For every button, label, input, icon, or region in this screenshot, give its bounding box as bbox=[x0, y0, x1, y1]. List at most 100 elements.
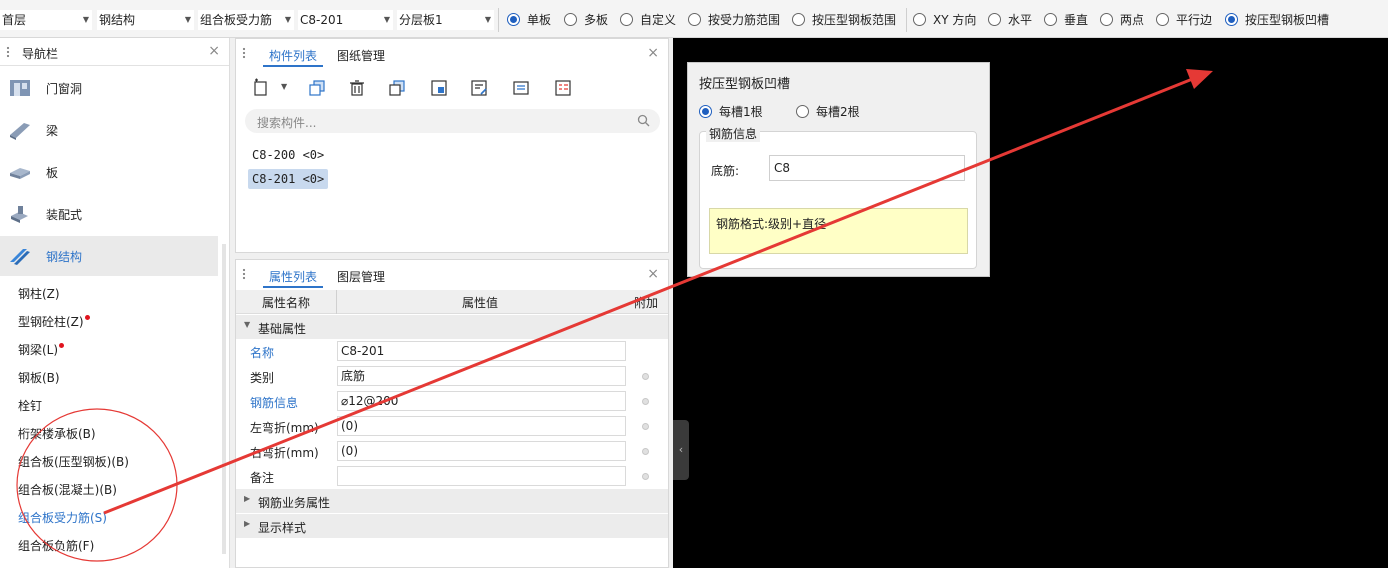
filter-list-icon[interactable] bbox=[552, 77, 574, 99]
drag-handle-icon[interactable] bbox=[242, 47, 246, 59]
radio-indicator bbox=[1100, 13, 1113, 26]
extra-checkbox[interactable] bbox=[642, 398, 649, 405]
radio-two-points[interactable]: 两点 bbox=[1100, 12, 1144, 28]
collapse-triangle-icon: ▼ bbox=[244, 320, 251, 329]
nav-item-src-column[interactable]: 型钢砼柱(Z) bbox=[18, 313, 90, 330]
radio-one-per-groove[interactable]: 每槽1根 bbox=[699, 103, 763, 120]
radio-vertical[interactable]: 垂直 bbox=[1044, 12, 1088, 28]
radio-parallel-edge[interactable]: 平行边 bbox=[1156, 12, 1212, 28]
radio-indicator bbox=[913, 13, 926, 26]
property-name: 左弯折(mm) bbox=[250, 421, 319, 435]
nav-item-composite-main-rebar[interactable]: 组合板受力筋(S) bbox=[18, 509, 107, 526]
radio-two-per-groove[interactable]: 每槽2根 bbox=[796, 103, 860, 120]
nav-category-prefab[interactable]: 装配式 bbox=[0, 194, 218, 234]
radio-label: 平行边 bbox=[1176, 13, 1213, 27]
property-value-name[interactable]: C8-201 bbox=[337, 341, 626, 361]
radio-by-deck-groove[interactable]: 按压型钢板凹槽 bbox=[1225, 12, 1329, 28]
radio-horizontal[interactable]: 水平 bbox=[988, 12, 1032, 28]
layer-copy-icon[interactable] bbox=[428, 77, 450, 99]
nav-category-steel-structure[interactable]: 钢结构 bbox=[0, 236, 218, 276]
radio-xy-direction[interactable]: XY 方向 bbox=[913, 12, 976, 28]
radio-indicator bbox=[988, 13, 1001, 26]
radio-label: 按受力筋范围 bbox=[708, 13, 781, 27]
close-icon[interactable]: × bbox=[208, 43, 220, 59]
extra-checkbox[interactable] bbox=[642, 448, 649, 455]
drag-handle-icon[interactable] bbox=[242, 268, 246, 280]
nav-item-truss-deck[interactable]: 桁架楼承板(B) bbox=[18, 425, 96, 442]
component-select[interactable]: C8-201 ▼ bbox=[298, 10, 393, 30]
search-icon[interactable] bbox=[637, 114, 650, 127]
radio-label: 单板 bbox=[527, 13, 552, 27]
drag-handle-icon[interactable] bbox=[6, 46, 10, 58]
layer-select[interactable]: 分层板1 ▼ bbox=[397, 10, 494, 30]
navigation-panel: 导航栏 × 门窗洞 梁 板 装配式 钢结构 钢柱(Z) 型钢砼柱(Z) 钢梁(L… bbox=[0, 38, 230, 568]
component-type-select[interactable]: 组合板受力筋 ▼ bbox=[198, 10, 294, 30]
category-select[interactable]: 钢结构 ▼ bbox=[97, 10, 194, 30]
tab-layer-management[interactable]: 图层管理 bbox=[337, 268, 385, 285]
component-item-c8-201[interactable]: C8-201 <0> bbox=[248, 169, 329, 189]
status-dot bbox=[84, 315, 90, 320]
tab-drawing-management[interactable]: 图纸管理 bbox=[337, 47, 385, 64]
nav-item-label: 组合板受力筋(S) bbox=[18, 511, 107, 525]
nav-item-steel-column[interactable]: 钢柱(Z) bbox=[18, 285, 60, 302]
property-value-remark[interactable] bbox=[337, 466, 626, 486]
nav-item-composite-negative-rebar[interactable]: 组合板负筋(F) bbox=[18, 537, 94, 554]
collapse-panel-button[interactable]: ‹ bbox=[673, 420, 689, 480]
scrollbar[interactable] bbox=[222, 244, 226, 554]
nav-item-label: 钢柱(Z) bbox=[18, 287, 60, 301]
hint-text: 钢筋格式:级别+直径 bbox=[716, 217, 827, 231]
radio-by-rebar-range[interactable]: 按受力筋范围 bbox=[688, 12, 780, 28]
nav-item-label: 栓钉 bbox=[18, 399, 43, 413]
group-display-style[interactable]: ▶ 显示样式 bbox=[236, 514, 668, 538]
nav-category-beam[interactable]: 梁 bbox=[0, 110, 218, 150]
copy-icon[interactable] bbox=[306, 77, 328, 99]
component-select-value: C8-201 bbox=[300, 13, 344, 27]
property-value-right-bend[interactable]: (0) bbox=[337, 441, 626, 461]
close-icon[interactable]: × bbox=[647, 266, 659, 282]
copy-to-floor-icon[interactable] bbox=[386, 77, 408, 99]
nav-item-steel-beam[interactable]: 钢梁(L) bbox=[18, 341, 65, 358]
steel-structure-icon bbox=[10, 249, 30, 265]
extra-checkbox[interactable] bbox=[642, 423, 649, 430]
chevron-down-icon: ▼ bbox=[484, 15, 491, 24]
property-value-left-bend[interactable]: (0) bbox=[337, 416, 626, 436]
close-icon[interactable]: × bbox=[647, 45, 659, 61]
chevron-left-icon: ‹ bbox=[678, 443, 684, 456]
property-name: 名称 bbox=[250, 346, 275, 360]
radio-single-slab[interactable]: 单板 bbox=[507, 12, 551, 28]
nav-category-slab[interactable]: 板 bbox=[0, 152, 218, 192]
floor-select[interactable]: 首层 ▼ bbox=[0, 10, 92, 30]
property-value-rebar-info[interactable]: ⌀12@200 bbox=[337, 391, 626, 411]
new-component-icon[interactable] bbox=[250, 77, 272, 99]
property-row-name: 名称 C8-201 bbox=[236, 339, 668, 364]
column-header-extra: 附加 bbox=[634, 296, 659, 310]
chevron-down-icon[interactable]: ▼ bbox=[281, 82, 287, 91]
property-value-category[interactable]: 底筋 bbox=[337, 366, 626, 386]
properties-icon[interactable] bbox=[510, 77, 532, 99]
nav-category-label: 板 bbox=[46, 166, 59, 180]
component-item-c8-200[interactable]: C8-200 <0> bbox=[248, 145, 328, 165]
radio-custom[interactable]: 自定义 bbox=[620, 12, 676, 28]
radio-by-deck-range[interactable]: 按压型钢板范围 bbox=[792, 12, 896, 28]
extra-checkbox[interactable] bbox=[642, 373, 649, 380]
nav-category-door-window[interactable]: 门窗洞 bbox=[0, 68, 218, 108]
floor-select-value: 首层 bbox=[2, 13, 27, 27]
beam-icon bbox=[10, 123, 30, 140]
radio-indicator bbox=[796, 105, 809, 118]
nav-item-composite-concrete[interactable]: 组合板(混凝土)(B) bbox=[18, 481, 117, 498]
radio-multi-slab[interactable]: 多板 bbox=[564, 12, 608, 28]
edit-list-icon[interactable] bbox=[468, 77, 490, 99]
nav-item-steel-plate[interactable]: 钢板(B) bbox=[18, 369, 60, 386]
radio-label: 每槽1根 bbox=[719, 105, 763, 119]
group-basic-properties[interactable]: ▼ 基础属性 bbox=[236, 315, 668, 339]
search-input[interactable]: 搜索构件... bbox=[245, 109, 660, 133]
tab-property-list[interactable]: 属性列表 bbox=[269, 268, 317, 285]
group-rebar-business-properties[interactable]: ▶ 钢筋业务属性 bbox=[236, 489, 668, 513]
bottom-rebar-label: 底筋: bbox=[711, 164, 740, 178]
nav-item-shear-stud[interactable]: 栓钉 bbox=[18, 397, 42, 414]
bottom-rebar-input[interactable]: C8 bbox=[769, 155, 965, 181]
delete-icon[interactable] bbox=[346, 77, 368, 99]
tab-component-list[interactable]: 构件列表 bbox=[269, 47, 317, 64]
extra-checkbox[interactable] bbox=[642, 473, 649, 480]
nav-item-composite-deck[interactable]: 组合板(压型钢板)(B) bbox=[18, 453, 129, 470]
